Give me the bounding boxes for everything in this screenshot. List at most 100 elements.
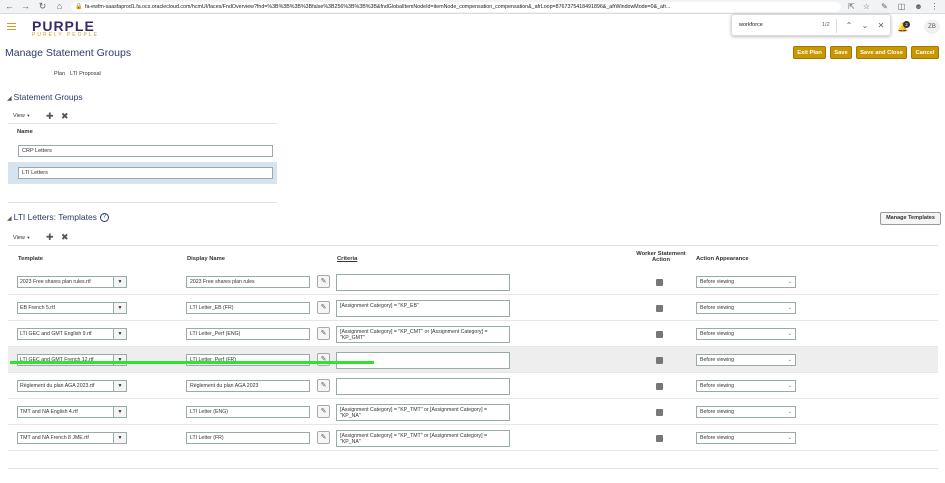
criteria-textarea[interactable]: [Assignment Category] = "KP_EB"	[336, 300, 510, 317]
statement-groups-title: Statement Groups	[13, 92, 83, 102]
dropdown-arrow-icon[interactable]: ▼	[113, 329, 126, 339]
dropdown-arrow-icon[interactable]: ▼	[113, 407, 126, 417]
table-row-selected[interactable]: LTI Letters	[8, 162, 277, 184]
table-row[interactable]: 2023 Free shares plan rules.rtf ▼ 2023 Fre…	[8, 269, 938, 295]
find-input[interactable]: workforce	[739, 22, 763, 28]
view-menu[interactable]: View ▼	[13, 113, 30, 119]
display-name-input[interactable]: 2023 Free shares plan rules	[186, 276, 310, 288]
action-appearance-select[interactable]: Before viewing ⌄	[696, 380, 796, 392]
worker-statement-action-icon[interactable]	[656, 357, 663, 364]
criteria-textarea[interactable]	[336, 274, 510, 291]
worker-statement-action-icon[interactable]	[656, 279, 663, 286]
worker-statement-action-icon[interactable]	[656, 331, 663, 338]
criteria-textarea[interactable]: [Assignment Category] = "KP_TMT" or [Ass…	[336, 404, 510, 421]
edit-pencil-icon[interactable]: ✎	[317, 275, 330, 288]
criteria-textarea[interactable]: [Assignment Category] = "KP_TMT" or [Ass…	[336, 430, 510, 447]
worker-statement-action-icon[interactable]	[656, 435, 663, 442]
view-menu[interactable]: View ▼	[13, 235, 30, 241]
action-appearance-select[interactable]: Before viewing ⌄	[696, 432, 796, 444]
table-row[interactable]: LTI GEC and GMT French 12.rtf ▼ LTI Letter…	[8, 347, 938, 373]
column-header-criteria[interactable]: Criteria	[337, 256, 357, 262]
group-name-input[interactable]: LTI Letters	[18, 167, 273, 179]
divider	[8, 245, 938, 246]
reload-icon[interactable]: ↻	[37, 1, 48, 12]
templates-header[interactable]: ◢ LTI Letters: Templates?	[7, 212, 109, 223]
save-and-close-button[interactable]: Save and Close	[856, 46, 907, 59]
table-row[interactable]: TMT and NA French 8 JME.rtf ▼ LTI Letter (…	[8, 425, 938, 451]
find-close-icon[interactable]: ✕	[875, 19, 887, 33]
dropdown-arrow-icon[interactable]: ▼	[113, 277, 126, 287]
forward-arrow-icon[interactable]: →	[20, 1, 31, 12]
find-bar: workforce 1/2 ⌃ ⌄ ✕	[731, 14, 891, 36]
edit-pencil-icon[interactable]: ✎	[317, 353, 330, 366]
help-icon[interactable]: ?	[99, 213, 109, 223]
display-name-input[interactable]: LTI Letter_EB (FR)	[186, 302, 310, 314]
template-select[interactable]: LTI GEC and GMT English 9.rtf ▼	[17, 328, 127, 340]
edit-pencil-icon[interactable]: ✎	[317, 405, 330, 418]
delete-x-icon[interactable]: ✖	[61, 233, 69, 242]
table-row[interactable]: TMT and NA English 4.rtf ▼ LTI Letter (ENG…	[8, 399, 938, 425]
find-next-icon[interactable]: ⌄	[859, 19, 871, 33]
template-value: LTI GEC and GMT English 9.rtf	[20, 331, 92, 337]
edit-pencil-icon[interactable]: ✎	[317, 379, 330, 392]
template-select[interactable]: TMT and NA French 8 JME.rtf ▼	[17, 432, 127, 444]
template-select[interactable]: Règlement du plan AGA 2023.rtf ▼	[17, 380, 127, 392]
collapse-triangle-icon[interactable]: ◢	[7, 216, 12, 222]
share-icon[interactable]: ⇱	[846, 1, 857, 12]
criteria-textarea[interactable]: [Assignment Category] = "KP_CMT" or [Ass…	[336, 326, 510, 343]
table-row[interactable]: EB French 5.rtf ▼ LTI Letter_EB (FR) ✎ [Assi…	[8, 295, 938, 321]
worker-statement-action-icon[interactable]	[656, 305, 663, 312]
dropdown-arrow-icon[interactable]: ▼	[113, 433, 126, 443]
add-icon[interactable]: ✚	[46, 112, 54, 121]
table-row[interactable]: LTI GEC and GMT English 9.rtf ▼ LTI Letter…	[8, 321, 938, 347]
worker-statement-action-icon[interactable]	[656, 409, 663, 416]
manage-templates-button[interactable]: Manage Templates	[880, 212, 941, 225]
display-name-input[interactable]: Règlement du plan AGA 2023	[186, 380, 310, 392]
action-appearance-select[interactable]: Before viewing ⌄	[696, 276, 796, 288]
action-appearance-value: Before viewing	[700, 409, 735, 415]
table-row[interactable]: CRP Letters	[8, 140, 277, 162]
table-row[interactable]: Règlement du plan AGA 2023.rtf ▼ Règlement…	[8, 373, 938, 399]
back-arrow-icon[interactable]: ←	[4, 1, 15, 12]
group-name-input[interactable]: CRP Letters	[18, 145, 273, 157]
notification-badge: 2	[903, 21, 910, 28]
sidepanel-icon[interactable]: ◫	[896, 1, 907, 12]
find-prev-icon[interactable]: ⌃	[843, 19, 855, 33]
worker-statement-action-icon[interactable]	[656, 383, 663, 390]
display-name-input[interactable]: LTI Letter_Perf (FR)	[186, 354, 310, 366]
collapse-triangle-icon[interactable]: ◢	[7, 96, 12, 102]
action-appearance-select[interactable]: Before viewing ⌄	[696, 328, 796, 340]
display-name-input[interactable]: LTI Letter_Perf (ENG)	[186, 328, 310, 340]
save-button[interactable]: Save	[830, 46, 852, 59]
display-name-input[interactable]: LTI Letter (FR)	[186, 432, 310, 444]
exit-plan-button[interactable]: Exit Plan	[793, 46, 826, 59]
cancel-button[interactable]: Cancel	[911, 46, 939, 59]
display-name-input[interactable]: LTI Letter (ENG)	[186, 406, 310, 418]
home-icon[interactable]: ⌂	[54, 1, 65, 12]
star-icon[interactable]: ☆	[861, 1, 872, 12]
action-appearance-select[interactable]: Before viewing ⌄	[696, 354, 796, 366]
dropdown-arrow-icon[interactable]: ▼	[113, 381, 126, 391]
avatar[interactable]: ZB	[924, 20, 940, 34]
dropdown-arrow-icon[interactable]: ▼	[113, 303, 126, 313]
plan-value: LTI Proposal	[70, 71, 101, 77]
template-select[interactable]: EB French 5.rtf ▼	[17, 302, 127, 314]
action-appearance-select[interactable]: Before viewing ⌄	[696, 406, 796, 418]
action-appearance-select[interactable]: Before viewing ⌄	[696, 302, 796, 314]
address-bar[interactable]: 🔒 fa-ewfm-saasfaprod1.fa.ocs.oraclecloud…	[71, 2, 841, 12]
edit-pencil-icon[interactable]: ✎	[317, 431, 330, 444]
template-select[interactable]: LTI GEC and GMT French 12.rtf ▼	[17, 354, 127, 366]
template-select[interactable]: TMT and NA English 4.rtf ▼	[17, 406, 127, 418]
criteria-textarea[interactable]	[336, 378, 510, 395]
template-select[interactable]: 2023 Free shares plan rules.rtf ▼	[17, 276, 127, 288]
edit-pencil-icon[interactable]: ✎	[317, 301, 330, 314]
profile-icon[interactable]: ☻	[913, 1, 924, 12]
statement-groups-header[interactable]: ◢ Statement Groups	[7, 92, 83, 102]
edit-pencil-icon[interactable]: ✎	[317, 327, 330, 340]
column-header-display-name: Display Name	[187, 256, 226, 262]
add-icon[interactable]: ✚	[46, 233, 54, 242]
delete-x-icon[interactable]: ✖	[61, 112, 69, 121]
extensions-icon[interactable]: ✎	[879, 1, 890, 12]
menu-icon[interactable]	[7, 23, 16, 30]
browser-menu-icon[interactable]: ⋮	[929, 1, 940, 12]
